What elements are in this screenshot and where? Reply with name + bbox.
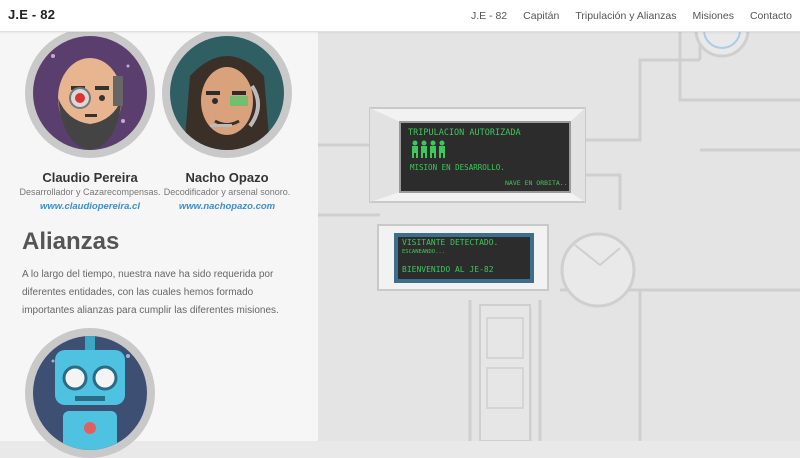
screen2-line3: BIENVENIDO AL JE-82 bbox=[402, 265, 494, 274]
alianzas-text: A lo largo del tiempo, nuestra nave ha s… bbox=[22, 269, 279, 316]
navbar: J.E - 82 J.E - 82 Capitán Tripulación y … bbox=[0, 0, 800, 32]
nav-menu: J.E - 82 Capitán Tripulación y Alianzas … bbox=[455, 0, 792, 31]
member-name-nacho: Nacho Opazo bbox=[185, 170, 269, 185]
brand-logo[interactable]: J.E - 82 bbox=[8, 7, 55, 22]
member-site-claudio[interactable]: www.claudiopereira.cl bbox=[10, 201, 170, 212]
nav-item-misiones[interactable]: Misiones bbox=[693, 10, 734, 22]
avatar-robot bbox=[25, 328, 155, 458]
member-site-nacho[interactable]: www.nachopazo.com bbox=[147, 201, 307, 212]
screen2-line1: VISITANTE DETECTADO. bbox=[402, 238, 499, 247]
nav-item-je82[interactable]: J.E - 82 bbox=[471, 10, 507, 22]
robot-portrait-icon bbox=[33, 336, 147, 450]
crew-icons bbox=[410, 140, 446, 163]
screen1-line2: MISION EN DESARROLLO. bbox=[410, 163, 505, 172]
alianzas-title: Alianzas bbox=[22, 228, 120, 255]
avatar-claudio bbox=[25, 28, 155, 158]
nav-item-capitan[interactable]: Capitán bbox=[523, 10, 559, 22]
screen1-line1: TRIPULACION AUTORIZADA bbox=[408, 128, 521, 138]
nav-item-tripulacion[interactable]: Tripulación y Alianzas bbox=[575, 10, 676, 22]
member-role-nacho: Decodificador y arsenal sonoro. bbox=[163, 187, 291, 197]
screen2-line2: ESCANEANDO... bbox=[402, 249, 446, 255]
claudio-portrait-icon bbox=[33, 36, 147, 150]
avatar-nacho bbox=[162, 28, 292, 158]
nacho-portrait-icon bbox=[170, 36, 284, 150]
screen1-line3: NAVE EN ORBITA... bbox=[505, 179, 572, 187]
member-name-claudio: Claudio Pereira bbox=[42, 170, 138, 185]
nav-item-contacto[interactable]: Contacto bbox=[750, 10, 792, 22]
